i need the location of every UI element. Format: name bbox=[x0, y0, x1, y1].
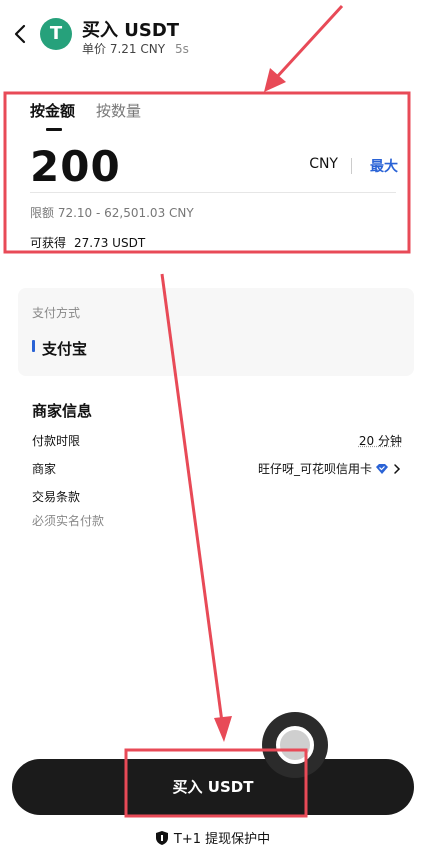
chevron-right-icon[interactable] bbox=[392, 463, 402, 475]
payment-method-value: 支付宝 bbox=[42, 340, 88, 358]
max-button[interactable]: 最大 bbox=[370, 156, 398, 176]
trade-terms-row: 交易条款 bbox=[32, 490, 81, 504]
payment-method-card[interactable]: 支付方式 支付宝 bbox=[18, 288, 414, 376]
assistive-touch-icon bbox=[276, 726, 314, 764]
amount-input[interactable]: 200 bbox=[30, 142, 121, 191]
payment-time-limit-row: 付款时限 20 分钟 bbox=[32, 434, 402, 448]
limit-text: 限额 72.10 - 62,501.03 CNY bbox=[30, 206, 194, 220]
withdraw-protection[interactable]: T+1 提现保护中 bbox=[0, 828, 426, 847]
merchant-row[interactable]: 商家 旺仔呀_可花呗信用卡 bbox=[32, 458, 402, 478]
tab-by-amount[interactable]: 按金额 bbox=[30, 100, 75, 121]
merchant-info-title: 商家信息 bbox=[32, 402, 93, 420]
shield-icon bbox=[155, 831, 168, 845]
payment-method-marker bbox=[32, 340, 35, 352]
back-arrow-icon[interactable] bbox=[12, 22, 30, 46]
receive-value: 27.73 USDT bbox=[74, 236, 146, 250]
page-title: 买入 USDT bbox=[82, 20, 180, 41]
tab-by-quantity[interactable]: 按数量 bbox=[96, 100, 141, 121]
verified-diamond-icon bbox=[376, 463, 388, 474]
buy-usdt-button[interactable]: 买入 USDT bbox=[12, 759, 414, 815]
merchant-name[interactable]: 旺仔呀_可花呗信用卡 bbox=[258, 460, 372, 477]
active-tab-indicator bbox=[46, 128, 62, 131]
floating-assistive-button[interactable] bbox=[262, 712, 328, 778]
usdt-coin-icon: T bbox=[40, 18, 72, 50]
merchant-info: 商家信息 付款时限 20 分钟 商家 旺仔呀_可花呗信用卡 交易条款 必须实名付… bbox=[18, 396, 414, 546]
unit-price: 单价 7.21 CNY 5s bbox=[82, 42, 189, 56]
receive-info: 可获得 27.73 USDT bbox=[30, 236, 146, 250]
currency-label: CNY bbox=[309, 156, 338, 172]
amount-card: 按金额 按数量 200 CNY 最大 限额 72.10 - 62,501.03 … bbox=[18, 92, 408, 252]
annotation-arrowhead-top bbox=[264, 68, 286, 92]
currency-separator bbox=[351, 158, 352, 174]
refresh-timer: 5s bbox=[175, 42, 189, 56]
payment-method-label: 支付方式 bbox=[32, 306, 81, 320]
trade-terms-text: 必须实名付款 bbox=[32, 514, 105, 528]
header: T 买入 USDT 单价 7.21 CNY 5s bbox=[0, 0, 426, 66]
amount-divider bbox=[30, 192, 396, 193]
annotation-arrowhead-bottom bbox=[214, 716, 232, 742]
